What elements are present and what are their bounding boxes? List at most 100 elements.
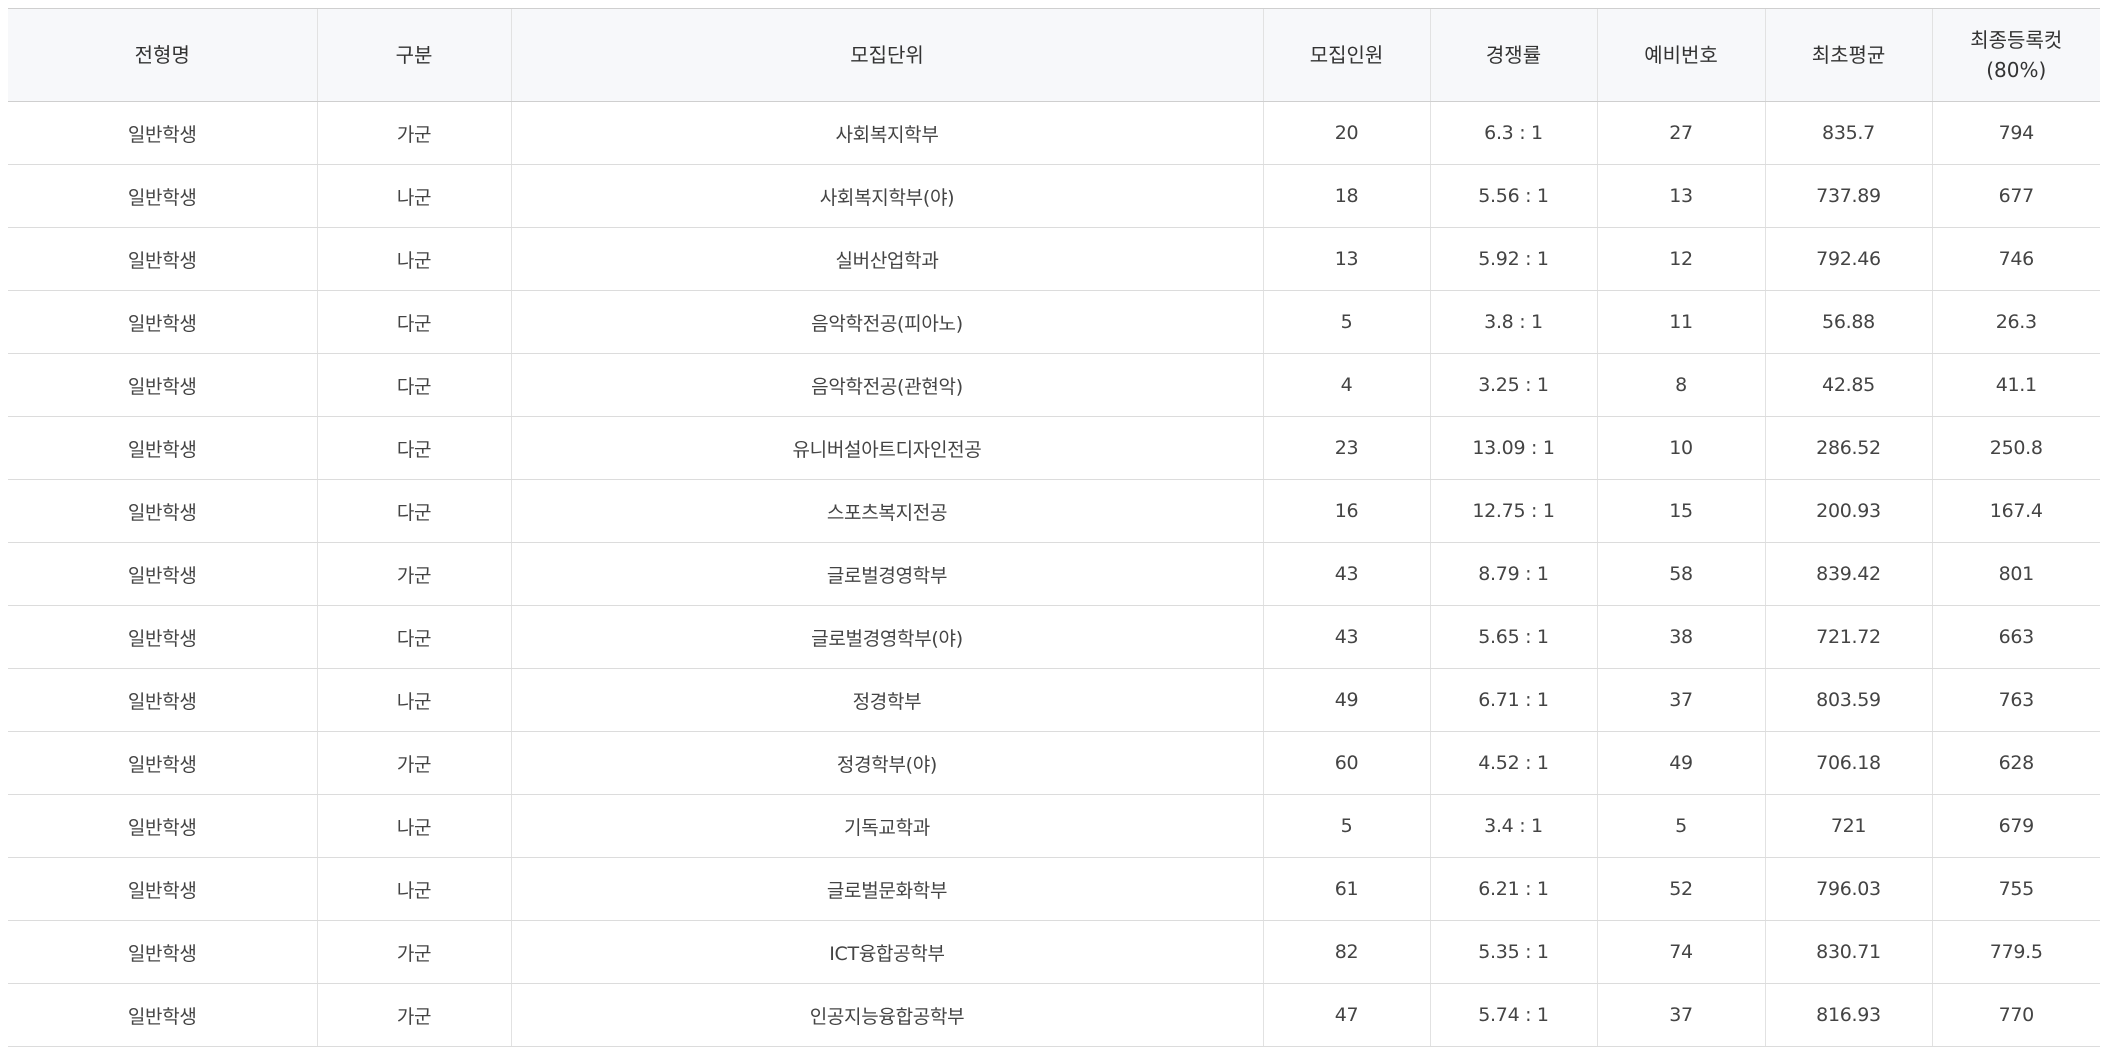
cell-competition: 3.8 : 1 [1429,290,1597,354]
cell-initial-avg: 792.46 [1764,227,1932,291]
cell-initial-avg: 803.59 [1764,668,1932,732]
cell-quota: 43 [1262,542,1430,606]
cell-final-cut: 679 [1931,794,2100,858]
cell-unit: 글로벌경영학부 [510,542,1263,606]
cell-waitlist: 52 [1596,857,1765,921]
table-row: 일반학생 나군 실버산업학과 13 5.92 : 1 12 792.46 746 [8,227,2100,291]
table-row: 일반학생 다군 음악학전공(관현악) 4 3.25 : 1 8 42.85 41.1 [8,353,2100,417]
cell-initial-avg: 796.03 [1764,857,1932,921]
cell-group: 가군 [316,101,511,165]
cell-final-cut: 167.4 [1931,479,2100,543]
cell-final-cut: 770 [1931,983,2100,1047]
header-row: 전형명 구분 모집단위 모집인원 경쟁률 예비번호 최초평균 최종등록컷 (80… [8,8,2100,102]
cell-final-cut: 794 [1931,101,2100,165]
header-quota: 모집인원 [1262,8,1430,102]
cell-quota: 23 [1262,416,1430,480]
cell-waitlist: 49 [1596,731,1765,795]
header-final-cut-line1: 최종등록컷 [1970,28,2063,52]
cell-initial-avg: 839.42 [1764,542,1932,606]
cell-waitlist: 8 [1596,353,1765,417]
cell-initial-avg: 830.71 [1764,920,1932,984]
table-row: 일반학생 나군 글로벌문화학부 61 6.21 : 1 52 796.03 755 [8,857,2100,921]
header-type: 전형명 [8,8,317,102]
cell-waitlist: 5 [1596,794,1765,858]
table-body: 일반학생 가군 사회복지학부 20 6.3 : 1 27 835.7 794 일반학생 나군 사회복… [8,101,2100,1047]
cell-final-cut: 763 [1931,668,2100,732]
cell-unit: 기독교학과 [510,794,1263,858]
cell-quota: 4 [1262,353,1430,417]
cell-group: 다군 [316,290,511,354]
cell-group: 다군 [316,605,511,669]
table-row: 일반학생 다군 글로벌경영학부(야) 43 5.65 : 1 38 721.72 663 [8,605,2100,669]
cell-final-cut: 801 [1931,542,2100,606]
table-row: 일반학생 가군 ICT융합공학부 82 5.35 : 1 74 830.71 779.5 [8,920,2100,984]
cell-quota: 20 [1262,101,1430,165]
cell-type: 일반학생 [8,479,317,543]
cell-waitlist: 10 [1596,416,1765,480]
cell-competition: 8.79 : 1 [1429,542,1597,606]
cell-group: 가군 [316,731,511,795]
cell-quota: 5 [1262,290,1430,354]
admission-results-table: 전형명 구분 모집단위 모집인원 경쟁률 예비번호 최초평균 최종등록컷 (80… [8,8,2100,1047]
cell-quota: 82 [1262,920,1430,984]
header-group: 구분 [316,8,511,102]
cell-quota: 47 [1262,983,1430,1047]
cell-group: 나군 [316,857,511,921]
cell-competition: 3.4 : 1 [1429,794,1597,858]
table-row: 일반학생 가군 글로벌경영학부 43 8.79 : 1 58 839.42 801 [8,542,2100,606]
cell-group: 가군 [316,983,511,1047]
cell-type: 일반학생 [8,920,317,984]
cell-type: 일반학생 [8,668,317,732]
cell-type: 일반학생 [8,290,317,354]
cell-type: 일반학생 [8,542,317,606]
cell-final-cut: 628 [1931,731,2100,795]
cell-unit: 사회복지학부 [510,101,1263,165]
cell-type: 일반학생 [8,101,317,165]
cell-initial-avg: 42.85 [1764,353,1932,417]
cell-type: 일반학생 [8,794,317,858]
cell-unit: 음악학전공(관현악) [510,353,1263,417]
cell-type: 일반학생 [8,605,317,669]
cell-unit: ICT융합공학부 [510,920,1263,984]
cell-final-cut: 663 [1931,605,2100,669]
cell-group: 나군 [316,164,511,228]
header-competition: 경쟁률 [1429,8,1597,102]
cell-unit: 실버산업학과 [510,227,1263,291]
cell-initial-avg: 816.93 [1764,983,1932,1047]
cell-competition: 5.56 : 1 [1429,164,1597,228]
cell-final-cut: 755 [1931,857,2100,921]
cell-competition: 5.74 : 1 [1429,983,1597,1047]
cell-quota: 5 [1262,794,1430,858]
cell-waitlist: 37 [1596,668,1765,732]
cell-unit: 음악학전공(피아노) [510,290,1263,354]
cell-group: 다군 [316,479,511,543]
header-waitlist: 예비번호 [1596,8,1765,102]
cell-waitlist: 15 [1596,479,1765,543]
cell-quota: 49 [1262,668,1430,732]
cell-unit: 사회복지학부(야) [510,164,1263,228]
cell-competition: 5.92 : 1 [1429,227,1597,291]
cell-initial-avg: 721.72 [1764,605,1932,669]
cell-quota: 18 [1262,164,1430,228]
table-row: 일반학생 가군 사회복지학부 20 6.3 : 1 27 835.7 794 [8,101,2100,165]
cell-initial-avg: 706.18 [1764,731,1932,795]
table-row: 일반학생 다군 유니버설아트디자인전공 23 13.09 : 1 10 286.52 250.… [8,416,2100,480]
cell-quota: 60 [1262,731,1430,795]
cell-competition: 6.3 : 1 [1429,101,1597,165]
header-initial-avg: 최초평균 [1764,8,1932,102]
cell-group: 나군 [316,227,511,291]
cell-competition: 5.35 : 1 [1429,920,1597,984]
cell-waitlist: 58 [1596,542,1765,606]
cell-waitlist: 27 [1596,101,1765,165]
cell-waitlist: 38 [1596,605,1765,669]
cell-initial-avg: 56.88 [1764,290,1932,354]
cell-waitlist: 13 [1596,164,1765,228]
cell-initial-avg: 286.52 [1764,416,1932,480]
header-final-cut-line2: (80%) [1986,58,2047,82]
cell-final-cut: 26.3 [1931,290,2100,354]
cell-quota: 43 [1262,605,1430,669]
cell-initial-avg: 835.7 [1764,101,1932,165]
cell-type: 일반학생 [8,164,317,228]
table-row: 일반학생 나군 정경학부 49 6.71 : 1 37 803.59 763 [8,668,2100,732]
cell-group: 다군 [316,416,511,480]
